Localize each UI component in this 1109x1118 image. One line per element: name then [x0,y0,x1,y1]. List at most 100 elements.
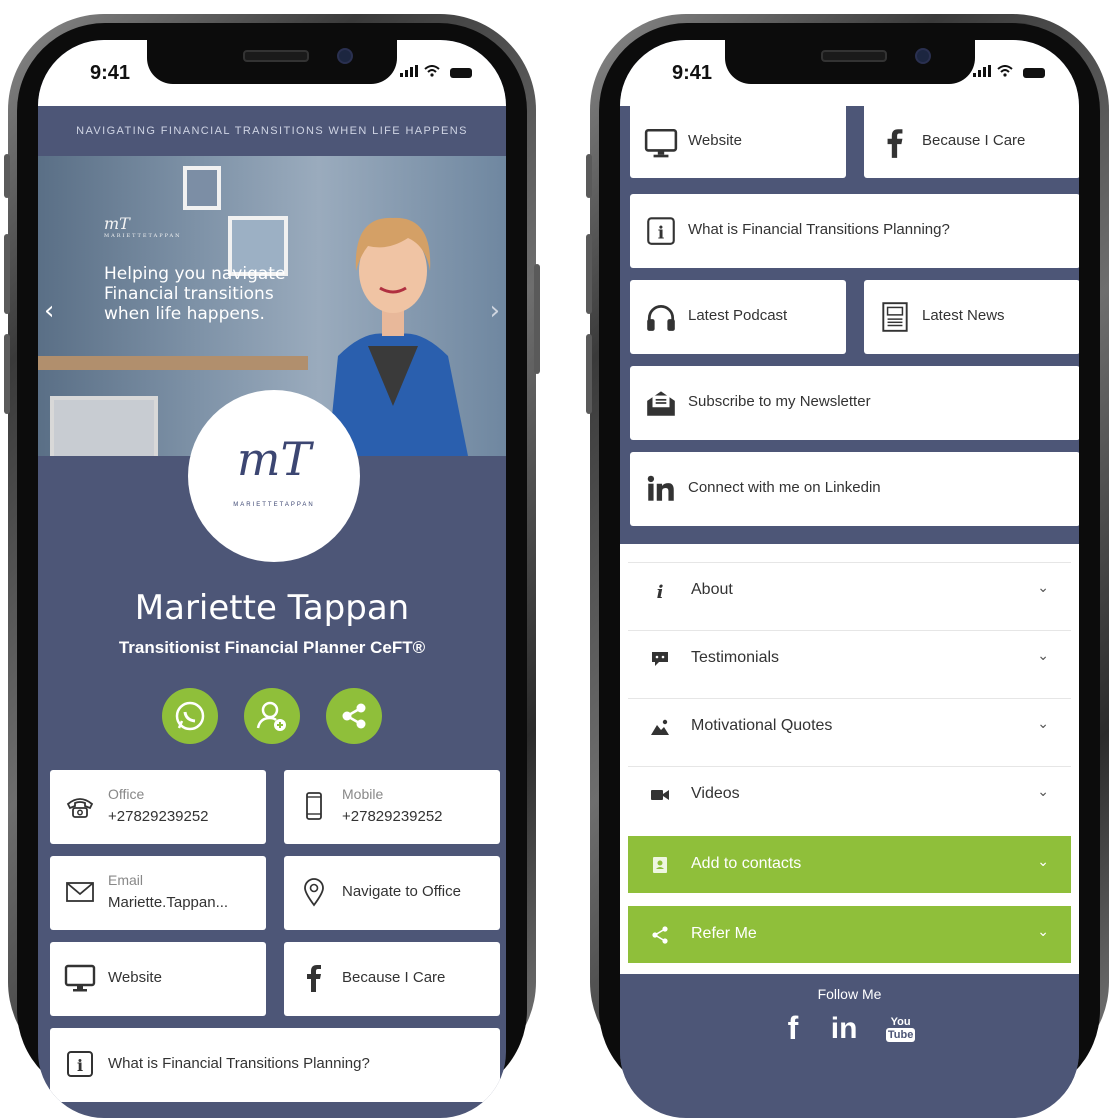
volume-down-button [4,334,10,414]
notch [147,40,397,84]
action-buttons [38,688,506,744]
testimonials-accordion[interactable]: Testimonials ⌄ [628,630,1071,687]
speech-bubble-icon [652,652,668,666]
headphones-icon [647,305,675,331]
youtube-icon[interactable]: You Tube [885,1015,916,1042]
prev-slide-arrow[interactable]: ‹ [44,296,54,326]
news-button[interactable]: Latest News [864,280,1079,354]
battery-icon [450,68,472,79]
right-phone-frame: 9:41 Website Because I Care i What is Fi… [586,14,1109,1118]
newsletter-icon [647,391,675,416]
share-button[interactable] [326,688,383,744]
podcast-label: Latest Podcast [688,307,788,324]
add-to-contacts-accordion[interactable]: Add to contacts ⌄ [628,836,1071,893]
website-card[interactable]: Website [50,942,266,1016]
image-icon [651,719,669,735]
mobile-number: +27829239252 [342,808,443,825]
monitor-icon [64,964,96,992]
chevron-down-icon: ⌄ [1037,579,1049,595]
volume-down-button [586,334,592,414]
because-card[interactable]: Because I Care [284,942,500,1016]
youtube-top-text: You [890,1015,911,1028]
what-is-card[interactable]: i What is Financial Transitions Planning… [50,1028,500,1102]
quotes-label: Motivational Quotes [691,717,833,734]
podcast-button[interactable]: Latest Podcast [630,280,846,354]
info-icon: i [657,582,664,601]
status-time: 9:41 [90,62,131,84]
power-button [534,264,540,374]
subscribe-button[interactable]: Subscribe to my Newsletter [630,366,1079,440]
whatsapp-button[interactable] [161,688,218,744]
status-icons [972,64,1045,81]
mute-switch [586,154,592,198]
right-screen: 9:41 Website Because I Care i What is Fi… [620,40,1079,1118]
envelope-icon [66,882,94,902]
svg-text:i: i [658,223,665,243]
notch [724,40,975,84]
left-phone-frame: 9:41 NAVIGATING FINANCIAL TRANSITIONS WH… [4,14,540,1118]
armchair [50,396,158,456]
monitor-icon [644,128,678,158]
mute-switch [4,154,10,198]
location-pin-icon [304,878,324,907]
shelf [38,356,308,370]
svg-text:i: i [657,582,664,601]
chevron-down-icon: ⌄ [1037,715,1049,731]
facebook-icon [307,965,321,992]
youtube-bottom-text: Tube [885,1027,916,1042]
speaker [243,50,309,62]
hero-logo-sub: MARIETTETAPPAN [104,233,182,239]
signal-icon [972,65,991,77]
mobile-card[interactable]: Mobile +27829239252 [284,770,500,844]
logo-sub: MARIETTETAPPAN [233,502,315,508]
what-is-button[interactable]: i What is Financial Transitions Planning… [630,194,1079,268]
videos-accordion[interactable]: Videos ⌄ [628,766,1071,823]
newspaper-icon [882,302,908,332]
mobile-phone-icon [306,792,322,820]
office-card[interactable]: Office +27829239252 [50,770,266,844]
news-label: Latest News [922,307,1005,324]
address-book-icon [653,857,667,873]
profile-logo: mT MARIETTETAPPAN [188,390,360,562]
next-slide-arrow[interactable]: › [490,296,500,326]
volume-up-button [586,234,592,314]
logo-mark: mT [236,432,312,486]
about-accordion[interactable]: i About ⌄ [628,562,1071,619]
whatsapp-icon [175,701,204,731]
linkedin-label: Connect with me on Linkedin [688,479,881,496]
email-card[interactable]: Email Mariette.Tappan... [50,856,266,930]
navigate-label: Navigate to Office [342,883,461,900]
navigate-card[interactable]: Navigate to Office [284,856,500,930]
social-icons: f in You Tube [620,1010,1079,1047]
testimonials-label: Testimonials [691,649,780,666]
status-bar: 9:41 [620,40,1079,106]
because-label: Because I Care [342,969,446,986]
signal-icon [399,65,418,77]
linkedin-button[interactable]: Connect with me on Linkedin [630,452,1079,526]
wifi-icon [997,65,1013,77]
speaker [820,50,887,62]
quotes-accordion[interactable]: Motivational Quotes ⌄ [628,698,1071,755]
hero-text-line: Financial transitions [104,284,274,304]
left-screen: 9:41 NAVIGATING FINANCIAL TRANSITIONS WH… [38,40,506,1118]
front-camera [914,48,931,64]
status-icons [399,64,472,81]
profile-title: Transitionist Financial Planner CeFT® [118,638,426,657]
add-contact-icon [256,701,286,731]
chevron-down-icon: ⌄ [1037,783,1049,799]
hero-logo-mark: mT [104,214,130,233]
follow-me-label: Follow Me [817,986,882,1002]
wall-frame [183,166,221,210]
phone-icon [66,798,94,818]
hero-text: Helping you navigate Financial transitio… [104,264,285,324]
add-to-contacts-label: Add to contacts [691,855,802,872]
refer-me-accordion[interactable]: Refer Me ⌄ [628,906,1071,963]
battery-icon [1023,68,1045,79]
linkedin-icon[interactable]: in [831,1012,858,1046]
video-camera-icon [651,790,669,800]
website-button[interactable]: Website [630,106,846,178]
facebook-icon[interactable]: f [788,1010,799,1047]
linkedin-icon [647,475,674,501]
because-button[interactable]: Because I Care [864,106,1079,178]
add-contact-button[interactable] [244,688,300,744]
